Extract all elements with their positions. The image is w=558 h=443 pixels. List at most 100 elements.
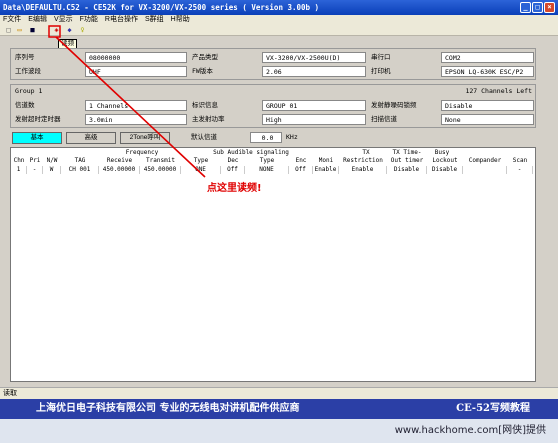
serial-label: 序列号	[12, 52, 84, 63]
tot-label: 发射超时定时器	[12, 114, 84, 125]
menu-file[interactable]: F文件	[3, 15, 21, 25]
id-label: 标识信息	[189, 100, 261, 111]
menu-bar: F文件 E编辑 V显示 F功能 R电台操作 S群组 H帮助	[0, 15, 558, 25]
menu-function[interactable]: F功能	[80, 15, 98, 25]
write-radio-icon[interactable]: ◆	[65, 26, 74, 35]
busy-lock-field[interactable]: Disable	[441, 100, 534, 111]
col-chn[interactable]: Chn	[11, 157, 27, 165]
step-label: 默认信道	[188, 132, 248, 143]
cell-pri[interactable]: -	[27, 166, 43, 174]
col-enc[interactable]: Enc	[289, 157, 313, 165]
col-transmit[interactable]: Transmit	[140, 157, 181, 165]
printer-label: 打印机	[368, 66, 440, 77]
footer: www.hackhome.com[网侠]提供	[0, 419, 558, 443]
cell-scan[interactable]: -	[507, 166, 533, 174]
open-icon[interactable]: ▭	[15, 26, 24, 35]
fw-field[interactable]: 2.06	[262, 66, 366, 77]
col-lockout[interactable]: Lockout	[427, 157, 463, 165]
col-dec-type[interactable]: Type	[181, 157, 221, 165]
cell-enc-type[interactable]: NONE	[245, 166, 289, 174]
save-icon[interactable]: ■	[28, 26, 37, 35]
annotation-label: 点这里读频!	[207, 183, 262, 194]
fw-label: FW版本	[189, 66, 261, 77]
minimize-button[interactable]: _	[520, 2, 531, 13]
new-icon[interactable]: □	[4, 26, 13, 35]
port-label: 串行口	[368, 52, 440, 63]
col-nw[interactable]: N/W	[43, 157, 61, 165]
menu-view[interactable]: V显示	[54, 15, 73, 25]
printer-field[interactable]: EPSON LQ-630K ESC/P2	[441, 66, 534, 77]
cell-restriction[interactable]: Enable	[339, 166, 387, 174]
product-field[interactable]: VX-3200/VX-2500U(D)	[262, 52, 366, 63]
window-titlebar: Data\DEFAULTU.C52 - CE52K for VX-3200/VX…	[0, 0, 558, 15]
menu-edit[interactable]: E编辑	[28, 15, 47, 25]
status-bar: 读取	[0, 387, 558, 399]
toolbar: □ ▭ ■ ◈ ◆ ♀	[0, 25, 558, 36]
tab-2tone[interactable]: 2Tone呼叫	[120, 132, 170, 144]
id-field[interactable]: GROUP 01	[262, 100, 366, 111]
col-dec[interactable]: Dec	[221, 157, 245, 165]
menu-group[interactable]: S群组	[145, 15, 164, 25]
busy-lock-label: 发射静噪码锁频	[368, 100, 440, 111]
header-tx-time: TX Time-	[392, 149, 422, 156]
close-button[interactable]: ×	[544, 2, 555, 13]
col-pri[interactable]: Pri	[27, 157, 43, 165]
step-unit: KHz	[283, 132, 303, 143]
col-enc-type[interactable]: Type	[245, 157, 289, 165]
power-label: 主发射功率	[189, 114, 261, 125]
band-label: 工作波段	[12, 66, 84, 77]
menu-radio-operation[interactable]: R电台操作	[105, 15, 138, 25]
cell-out-timer[interactable]: Disable	[387, 166, 427, 174]
product-label: 产品类型	[189, 52, 261, 63]
header-sub-audible: Sub Audible signaling	[213, 149, 289, 156]
channels-left: 127 Channels Left	[440, 86, 534, 97]
table-row[interactable]: 1 - W CH 001 450.00000 450.00000 ONE Off…	[11, 166, 535, 174]
header-busy: Busy	[434, 149, 450, 156]
col-tag[interactable]: TAG	[61, 157, 99, 165]
col-restriction[interactable]: Restriction	[339, 157, 387, 165]
header-tx: TX	[362, 149, 370, 156]
port-field[interactable]: COM2	[441, 52, 534, 63]
header-frequency: Frequency	[125, 149, 159, 156]
menu-help[interactable]: H帮助	[171, 15, 190, 25]
status-text: 读取	[3, 390, 17, 397]
window-title: Data\DEFAULTU.C52 - CE52K for VX-3200/VX…	[3, 3, 320, 12]
power-field[interactable]: High	[262, 114, 366, 125]
cell-dec-type[interactable]: ONE	[181, 166, 221, 174]
table-header-top: Frequency Sub Audible signaling TX TX Ti…	[11, 149, 535, 157]
banner: 上海优日电子科技有限公司 专业的无线电对讲机配件供应商 CE-52写频教程	[0, 399, 558, 419]
col-compander[interactable]: Compander	[463, 157, 507, 165]
band-field[interactable]: UHF	[85, 66, 187, 77]
cell-nw[interactable]: W	[43, 166, 61, 174]
cell-moni[interactable]: Enable	[313, 166, 339, 174]
channel-count-field[interactable]: 1 Channels	[85, 100, 187, 111]
step-field[interactable]: 0.0	[250, 132, 282, 143]
table-header: Chn Pri N/W TAG Receive Transmit Type De…	[11, 157, 535, 165]
cell-tag[interactable]: CH 001	[61, 166, 99, 174]
channel-table: Frequency Sub Audible signaling TX TX Ti…	[10, 147, 536, 382]
tab-advanced[interactable]: 高级	[66, 132, 116, 144]
cell-receive[interactable]: 450.00000	[99, 166, 140, 174]
group-label: Group 1	[12, 86, 112, 97]
cell-lockout[interactable]: Disable	[427, 166, 463, 174]
col-out-timer[interactable]: Out timer	[387, 157, 427, 165]
col-scan[interactable]: Scan	[507, 157, 533, 165]
cell-dec[interactable]: Off	[221, 166, 245, 174]
tot-field[interactable]: 3.0min	[85, 114, 187, 125]
scan-label: 扫描信道	[368, 114, 440, 125]
help-bulb-icon[interactable]: ♀	[78, 26, 87, 35]
channel-count-label: 信道数	[12, 100, 84, 111]
col-moni[interactable]: Moni	[313, 157, 339, 165]
scan-field[interactable]: None	[441, 114, 534, 125]
banner-right: CE-52写频教程	[456, 403, 530, 414]
col-receive[interactable]: Receive	[99, 157, 140, 165]
banner-left: 上海优日电子科技有限公司 专业的无线电对讲机配件供应商	[36, 403, 300, 414]
cell-chn[interactable]: 1	[11, 166, 27, 174]
read-radio-icon[interactable]: ◈	[52, 26, 61, 35]
maximize-button[interactable]: □	[532, 2, 543, 13]
serial-field[interactable]: 08000000	[85, 52, 187, 63]
cell-enc[interactable]: Off	[289, 166, 313, 174]
cell-transmit[interactable]: 450.00000	[140, 166, 181, 174]
cell-compander[interactable]	[463, 166, 507, 174]
tab-basic[interactable]: 基本	[12, 132, 62, 144]
